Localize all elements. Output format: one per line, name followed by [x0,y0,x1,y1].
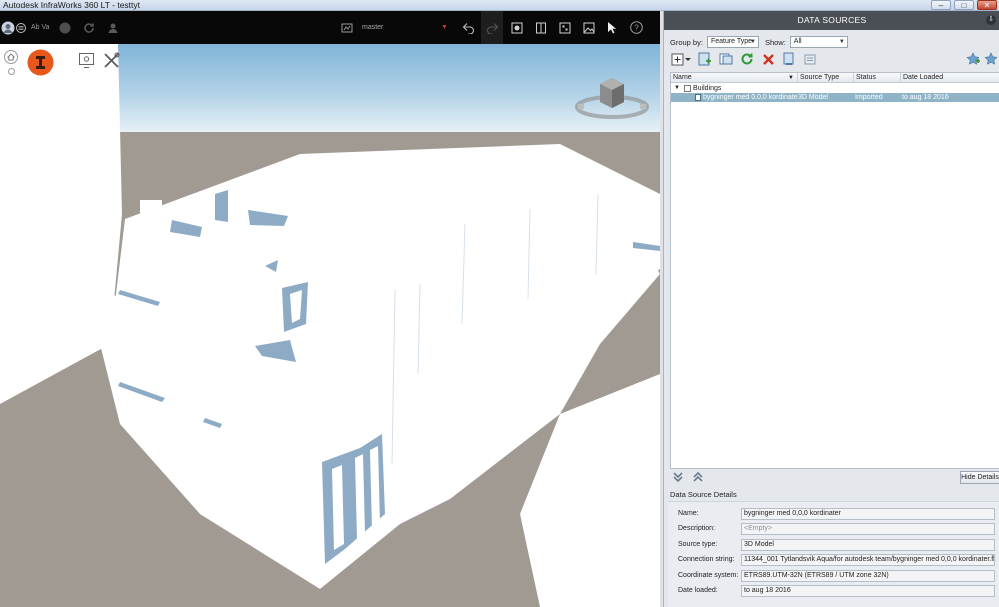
3d-viewport[interactable] [0,44,660,607]
detail-row-source-type: Source type: 3D Model [678,539,998,551]
scene-render [0,44,660,607]
proposal-icon[interactable] [338,11,356,44]
row-date-loaded: to aug 18 2016 [902,94,949,101]
hide-details-button[interactable]: Hide Details [960,471,999,484]
row-source-type: 3D Model [798,94,828,101]
group-label: Buildings [693,85,722,92]
row-name: bygninger med 0,0,0 kordinater [703,94,798,101]
data-source-details: Name: bygninger med 0,0,0 kordinater Des… [668,501,999,607]
detail-label: Date loaded: [678,587,718,594]
configure-icon[interactable] [718,51,734,67]
user-icon[interactable] [104,11,122,44]
remove-icon[interactable] [760,51,776,67]
panel-toolbar [670,51,818,67]
details-title: Data Source Details [670,490,737,499]
globe-icon[interactable] [56,11,74,44]
pin-icon[interactable]: ⇩ [986,15,996,25]
window-title: Autodesk InfraWorks 360 LT - testtyt [3,0,141,10]
add-source-icon[interactable] [670,51,692,67]
detail-value[interactable]: to aug 18 2016 [741,585,995,597]
column-header-source-type[interactable]: Source Type [798,73,854,83]
maximize-button[interactable]: □ [954,0,974,10]
detail-row-coordinate-system: Coordinate system: ETRS89.UTM-32N (ETRS8… [678,570,998,582]
table-row[interactable]: bygninger med 0,0,0 kordinater 3D Model … [671,93,999,102]
window-title-bar: Autodesk InfraWorks 360 LT - testtyt – □… [0,0,999,11]
help-icon[interactable]: ? [626,11,646,44]
row-status: Imported [855,94,883,101]
door-frame [332,465,344,550]
proposal-selector[interactable]: master [362,11,383,44]
model-file-icon [695,94,701,104]
minimize-button[interactable]: – [931,0,951,10]
detail-value[interactable]: bygninger med 0,0,0 kordinater [741,508,995,520]
account-name: Ab Va [31,24,50,31]
present-icon[interactable] [78,52,96,70]
filter-row: Group by: Feature Type ▼ Show: All ▼ [670,36,848,48]
sync-icon[interactable] [80,11,98,44]
group-row-buildings[interactable]: ▼ Buildings [671,84,999,93]
chevron-down-icon: ▼ [838,39,845,45]
detail-row-connection-string: Connection string: 11344_001 Tytlandsvik… [678,554,998,566]
redo-icon[interactable] [481,11,503,44]
show-select[interactable]: All ▼ [789,36,848,48]
detail-label: Name: [678,510,699,517]
svg-text:?: ? [634,23,639,32]
details-toggle [672,471,704,485]
close-button[interactable]: ✕ [977,0,997,10]
table-header: Name ▼ Source Type Status Date Loaded [671,73,999,83]
expand-up-icon[interactable] [692,471,704,485]
pointer-icon[interactable] [602,11,622,44]
show-value: All [793,38,802,45]
home-icon[interactable] [4,50,19,65]
chimney [140,200,162,220]
add-database-icon[interactable] [697,51,713,67]
column-header-status[interactable]: Status [854,73,901,83]
image-icon[interactable] [578,11,600,44]
capture-icon[interactable] [506,11,528,44]
detail-value[interactable]: 11344_001 Tytlandsvik Aqua/for autodesk … [741,554,995,566]
menu-icon[interactable] [15,11,27,44]
star-add-icon[interactable] [965,51,981,67]
sort-icon: ▼ [788,75,794,81]
viewcube[interactable] [572,74,660,124]
detail-value[interactable]: 3D Model [741,539,995,551]
column-label: Name [673,74,692,81]
fit-icon[interactable] [554,11,576,44]
detail-row-description: Description: <Empty> [678,523,998,535]
group-by-label: Group by: [670,37,703,47]
detail-value[interactable]: <Empty> [741,523,995,535]
star-icon[interactable] [983,51,999,67]
tools-icon[interactable] [103,52,121,70]
chevron-down-icon[interactable]: ▼ [441,11,448,44]
export-icon[interactable] [781,51,797,67]
data-sources-panel: DATA SOURCES ⇩ Group by: Feature Type ▼ … [663,11,999,607]
detail-label: Connection string: [678,556,735,563]
detail-label: Description: [678,525,715,532]
expand-toggle-icon[interactable]: ▼ [674,84,680,93]
detail-row-date-loaded: Date loaded: to aug 18 2016 [678,585,998,597]
app-logo-icon[interactable] [27,49,54,76]
detail-value[interactable]: ETRS89.UTM-32N (ETRS89 / UTM zone 32N) [741,570,995,582]
chevron-down-icon: ▼ [749,39,756,45]
column-header-date-loaded[interactable]: Date Loaded [901,73,999,83]
undo-icon[interactable] [457,11,479,44]
viewport-toolbar: Ab Va master ▼ ? [0,11,660,44]
group-by-value: Feature Type [710,38,753,45]
group-by-select[interactable]: Feature Type ▼ [706,36,759,48]
detail-row-name: Name: bygninger med 0,0,0 kordinater [678,508,998,520]
panel-title: DATA SOURCES [664,11,999,30]
avatar-icon[interactable] [0,11,16,44]
refresh-icon[interactable] [739,51,755,67]
close-source-icon[interactable] [802,51,818,67]
detail-label: Coordinate system: [678,572,739,579]
window-controls: – □ ✕ [931,0,997,10]
orbit-dot-icon[interactable] [8,68,16,76]
detail-label: Source type: [678,541,718,548]
window-shadow [215,190,228,222]
data-sources-table: Name ▼ Source Type Status Date Loaded ▼ … [670,72,999,469]
book-icon[interactable] [530,11,552,44]
collapse-down-icon[interactable] [672,471,684,485]
column-header-name[interactable]: Name ▼ [671,73,798,83]
show-label: Show: [764,37,786,47]
